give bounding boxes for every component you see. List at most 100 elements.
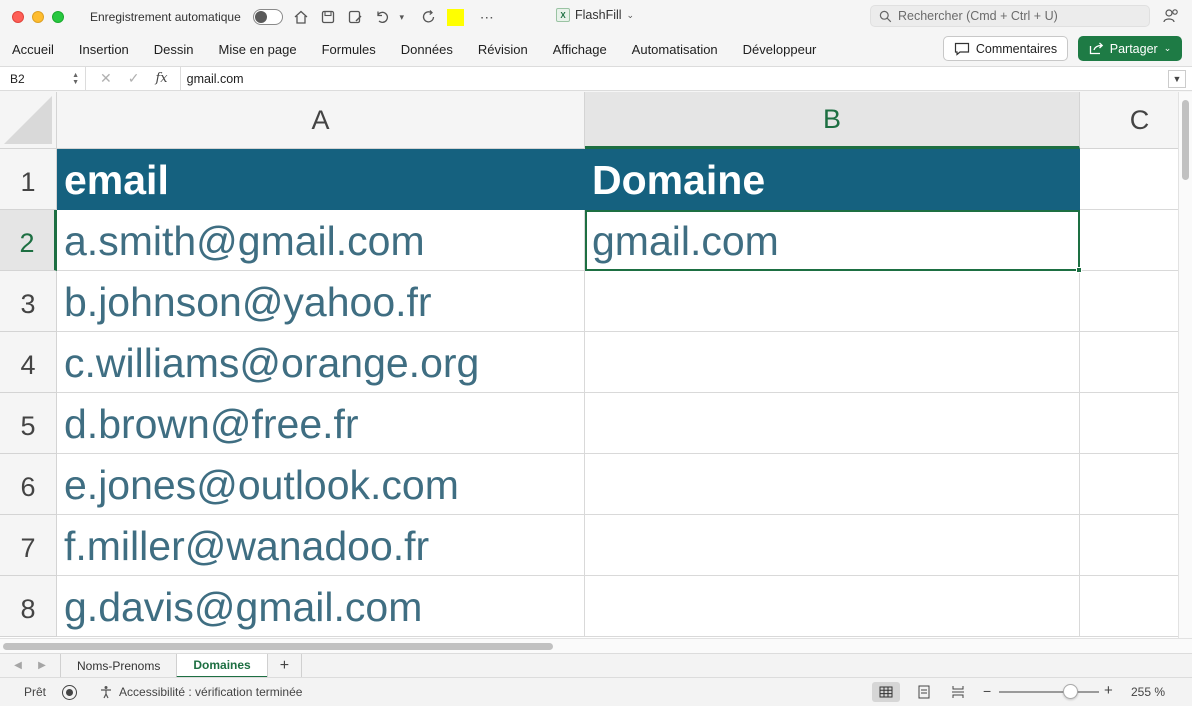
tab-insertion[interactable]: Insertion <box>66 42 141 57</box>
tab-mise-en-page[interactable]: Mise en page <box>206 42 309 57</box>
tab-dessin[interactable]: Dessin <box>141 42 206 57</box>
cell-a7[interactable]: f.miller@wanadoo.fr <box>57 515 585 576</box>
cell-c8[interactable] <box>1080 576 1178 637</box>
autosave-label: Enregistrement automatique <box>90 10 241 24</box>
cell-c2[interactable] <box>1080 210 1178 271</box>
share-button[interactable]: Partager ⌄ <box>1078 36 1182 61</box>
zoom-percentage[interactable]: 255 % <box>1131 685 1165 699</box>
cell-c5[interactable] <box>1080 393 1178 454</box>
next-sheet-icon[interactable]: ▶ <box>36 660 48 671</box>
column-header-b[interactable]: B <box>585 92 1080 149</box>
save-icon[interactable] <box>319 8 337 26</box>
cell-a3[interactable]: b.johnson@yahoo.fr <box>57 271 585 332</box>
cell-b5[interactable] <box>585 393 1080 454</box>
maximize-window-button[interactable] <box>52 11 64 23</box>
formula-input[interactable]: gmail.com <box>181 72 1168 86</box>
expand-formula-icon[interactable]: ▼ <box>1168 69 1186 88</box>
cell-a8[interactable]: g.davis@gmail.com <box>57 576 585 637</box>
undo-dropdown-icon[interactable]: ▾ <box>393 8 411 26</box>
name-box-stepper-icon[interactable]: ▲ ▼ <box>72 72 79 86</box>
tab-developpeur[interactable]: Développeur <box>730 42 829 57</box>
name-box[interactable]: B2 ▲ ▼ <box>0 66 86 91</box>
tab-automatisation[interactable]: Automatisation <box>619 42 730 57</box>
comments-button[interactable]: Commentaires <box>943 36 1068 61</box>
row-header-5[interactable]: 5 <box>0 393 57 454</box>
row-header-8[interactable]: 8 <box>0 576 57 637</box>
cell-b6[interactable] <box>585 454 1080 515</box>
tab-revision[interactable]: Révision <box>465 42 540 57</box>
close-window-button[interactable] <box>12 11 24 23</box>
row-header-6[interactable]: 6 <box>0 454 57 515</box>
fill-handle[interactable] <box>1076 267 1082 273</box>
horizontal-scroll-thumb[interactable] <box>3 643 553 650</box>
cancel-icon[interactable]: ✕ <box>100 70 112 87</box>
cell-c7[interactable] <box>1080 515 1178 576</box>
tab-accueil[interactable]: Accueil <box>0 42 66 57</box>
sheet-tab-noms-prenoms[interactable]: Noms-Prenoms <box>60 653 176 678</box>
tab-formules[interactable]: Formules <box>309 42 388 57</box>
cell-c6[interactable] <box>1080 454 1178 515</box>
highlight-color-swatch[interactable] <box>446 8 464 26</box>
column-header-a[interactable]: A <box>57 92 585 149</box>
search-box[interactable] <box>870 5 1150 27</box>
cell-a4[interactable]: c.williams@orange.org <box>57 332 585 393</box>
undo-icon[interactable] <box>373 8 391 26</box>
cell-a2[interactable]: a.smith@gmail.com <box>57 210 585 271</box>
tab-affichage[interactable]: Affichage <box>540 42 619 57</box>
normal-view-button[interactable] <box>872 682 900 702</box>
home-icon[interactable] <box>292 8 310 26</box>
people-icon[interactable] <box>1162 7 1180 30</box>
zoom-slider-knob[interactable] <box>1063 684 1078 699</box>
sheet-tab-domaines[interactable]: Domaines <box>176 653 267 678</box>
row-header-3[interactable]: 3 <box>0 271 57 332</box>
add-sheet-button[interactable]: + <box>266 653 303 678</box>
cell-b4[interactable] <box>585 332 1080 393</box>
row-header-2[interactable]: 2 <box>0 210 57 271</box>
column-header-c[interactable]: C <box>1080 92 1178 149</box>
previous-sheet-icon[interactable]: ◀ <box>12 660 24 671</box>
cell-a6[interactable]: e.jones@outlook.com <box>57 454 585 515</box>
excel-window: Enregistrement automatique ▾ ⋯ X FlashFi… <box>0 0 1192 706</box>
cell-b2[interactable]: gmail.com <box>585 210 1080 271</box>
search-input[interactable] <box>898 9 1138 23</box>
zoom-slider-track[interactable] <box>999 691 1099 693</box>
autosave-toggle[interactable] <box>252 9 283 25</box>
cell-b7[interactable] <box>585 515 1080 576</box>
row-header-1[interactable]: 1 <box>0 149 57 210</box>
name-box-value: B2 <box>10 71 25 86</box>
page-layout-view-button[interactable] <box>910 682 938 702</box>
page-layout-icon <box>918 685 930 699</box>
row-header-4[interactable]: 4 <box>0 332 57 393</box>
cell-a5[interactable]: d.brown@free.fr <box>57 393 585 454</box>
tab-donnees[interactable]: Données <box>388 42 465 57</box>
vertical-scrollbar[interactable] <box>1178 92 1192 638</box>
vertical-scroll-thumb[interactable] <box>1182 100 1189 180</box>
cell-c1[interactable] <box>1080 149 1178 210</box>
record-macro-icon[interactable] <box>62 684 78 700</box>
zoom-in-button[interactable]: + <box>1104 682 1113 699</box>
comment-icon <box>954 42 969 56</box>
redo-icon[interactable] <box>420 8 438 26</box>
horizontal-scrollbar[interactable] <box>0 638 1192 653</box>
row-header-7[interactable]: 7 <box>0 515 57 576</box>
cell-c4[interactable] <box>1080 332 1178 393</box>
formula-actions: ✕ ✓ fx <box>86 66 181 91</box>
zoom-out-button[interactable]: − <box>983 683 991 699</box>
cell-b3[interactable] <box>585 271 1080 332</box>
accessibility-icon <box>101 686 112 699</box>
cell-b1[interactable]: Domaine <box>585 149 1080 210</box>
save-as-icon[interactable] <box>346 8 364 26</box>
cell-a1[interactable]: email <box>57 149 585 210</box>
select-all-corner[interactable] <box>0 92 57 149</box>
confirm-icon[interactable]: ✓ <box>128 70 140 87</box>
cell-b8[interactable] <box>585 576 1080 637</box>
accessibility-status[interactable]: Accessibilité : vérification terminée <box>99 685 302 699</box>
cell-c3[interactable] <box>1080 271 1178 332</box>
sheet-tabs-bar: ◀ ▶ Noms-Prenoms Domaines + <box>0 653 1192 678</box>
minimize-window-button[interactable] <box>32 11 44 23</box>
insert-function-icon[interactable]: fx <box>155 71 167 86</box>
document-title[interactable]: X FlashFill ⌄ <box>556 8 634 22</box>
formula-bar: B2 ▲ ▼ ✕ ✓ fx gmail.com ▼ <box>0 66 1192 91</box>
more-icon[interactable]: ⋯ <box>478 8 496 26</box>
page-break-view-button[interactable] <box>944 682 972 702</box>
